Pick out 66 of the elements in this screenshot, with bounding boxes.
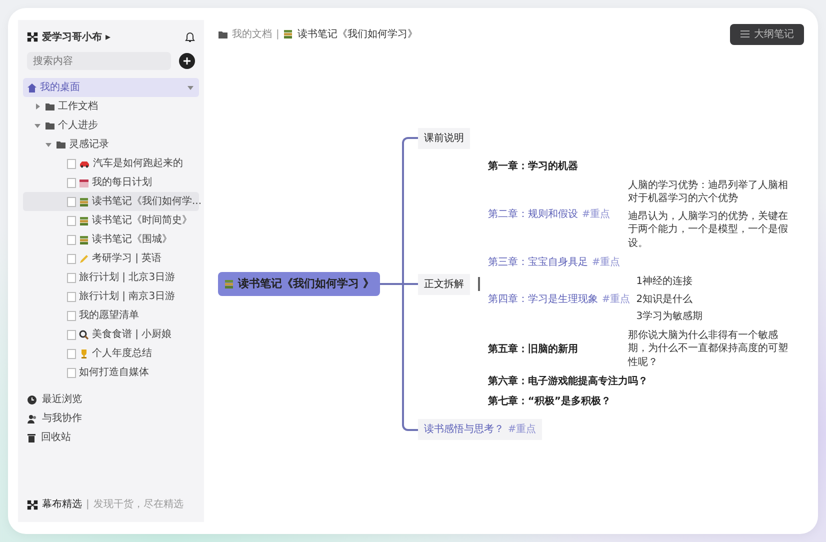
separator: | (276, 28, 280, 42)
books-icon (79, 234, 89, 244)
tree-item[interactable]: 个人进步 (23, 116, 199, 135)
detail-text[interactable]: 那你说大脑为什么非得有一个敏感期，为什么不一直都保持高度的可塑性呢？ (628, 328, 794, 370)
bell-icon (185, 32, 195, 42)
trophy-icon (79, 348, 89, 358)
logo-icon (27, 32, 38, 42)
tree-item[interactable]: 我的桌面 (23, 78, 199, 97)
breadcrumb-link[interactable]: 我的文档 (232, 26, 272, 42)
tree-item[interactable]: 我的每日计划 (23, 173, 199, 192)
books-icon (224, 279, 234, 289)
subtopic[interactable]: 第三章：宝宝自身具足 #重点 (488, 255, 628, 270)
pencil-icon (79, 254, 89, 264)
detail-text[interactable]: 迪昂认为，人脑学习的优势，关键在于两个能力，一个是模型，一个是假设。 (628, 210, 794, 250)
subtopic[interactable]: 第六章：电子游戏能提高专注力吗？ (488, 374, 654, 390)
tree-item[interactable]: 考研学习 | 英语 (23, 249, 199, 268)
topic-node[interactable]: 读书感悟与思考？ #重点 (418, 419, 542, 440)
tree-item[interactable]: 个人年度总结 (23, 344, 199, 363)
plus-icon (183, 57, 191, 65)
nav-link[interactable]: 与我协作 (27, 409, 195, 428)
tree-item[interactable]: 读书笔记《时间简史》 (23, 211, 199, 230)
detail-text[interactable]: 2知识是什么 (636, 292, 802, 306)
books-icon (79, 196, 89, 206)
search-field[interactable]: 搜索内容 (27, 52, 171, 70)
tree-item[interactable]: 美食食谱 | 小厨娘 (23, 325, 199, 344)
tree-item[interactable]: 工作文档 (23, 97, 199, 116)
detail-text[interactable]: 人脑的学习优势：迪昂列举了人脑相对于机器学习的六个优势 (628, 178, 794, 206)
brand-name[interactable]: 幕布精选 (42, 497, 82, 512)
subtopic[interactable]: 第四章：学习是生理现象 #重点 (488, 292, 636, 307)
subtopic[interactable]: 第一章：学习的机器 (488, 158, 628, 174)
tree-item[interactable]: 旅行计划 | 北京3日游 (23, 268, 199, 287)
subtopic[interactable]: 第七章：“积极”是多积极？ (488, 394, 628, 410)
topic-node[interactable]: 正文拆解 (418, 274, 470, 294)
logo-icon (27, 500, 38, 510)
car-icon (79, 160, 90, 168)
tree-item[interactable]: 如何打造自媒体 (23, 363, 199, 382)
tree-item[interactable]: 汽车是如何跑起来的 (23, 154, 199, 173)
tree-item[interactable]: 旅行计划 | 南京3日游 (23, 287, 199, 306)
add-button[interactable] (179, 53, 195, 69)
detail-text[interactable]: 1神经的连接 (636, 275, 802, 289)
people-icon (27, 414, 37, 424)
slogan: 发现干货，尽在精选 (93, 498, 184, 512)
detail-text[interactable]: 3学习为敏感期 (636, 310, 802, 324)
subtopic[interactable]: 第二章：规则和假设 #重点 (488, 207, 628, 222)
separator: | (86, 498, 90, 512)
trash-icon (27, 432, 36, 442)
calendar-icon (79, 178, 89, 188)
breadcrumb-link[interactable]: 读书笔记《我们如何学习》 (297, 26, 418, 42)
subtopic[interactable]: 第五章：旧脑的新用 (488, 342, 628, 356)
root-topic[interactable]: 读书笔记《我们如何学习 》 (218, 272, 380, 296)
clock-icon (27, 394, 37, 404)
tree-item[interactable]: 我的愿望清单 (23, 306, 199, 325)
folder-icon (218, 30, 228, 38)
books-icon (283, 29, 294, 39)
books-icon (79, 216, 89, 226)
magnifier-icon (79, 330, 89, 340)
list-icon (740, 30, 750, 38)
workspace-name[interactable]: 爱学习哥小布 ▸ (42, 30, 111, 44)
nav-link[interactable]: 回收站 (27, 428, 195, 447)
outline-note-button[interactable]: 大纲笔记 (730, 24, 804, 44)
tree-item[interactable]: 灵感记录 (23, 135, 199, 154)
house-icon (27, 82, 37, 92)
nav-link[interactable]: 最近浏览 (27, 390, 195, 409)
tree-item[interactable]: 读书笔记《围城》 (23, 230, 199, 249)
topic-node[interactable]: 课前说明 (418, 128, 470, 149)
tree-item[interactable]: 读书笔记《我们如何学... (23, 192, 199, 211)
